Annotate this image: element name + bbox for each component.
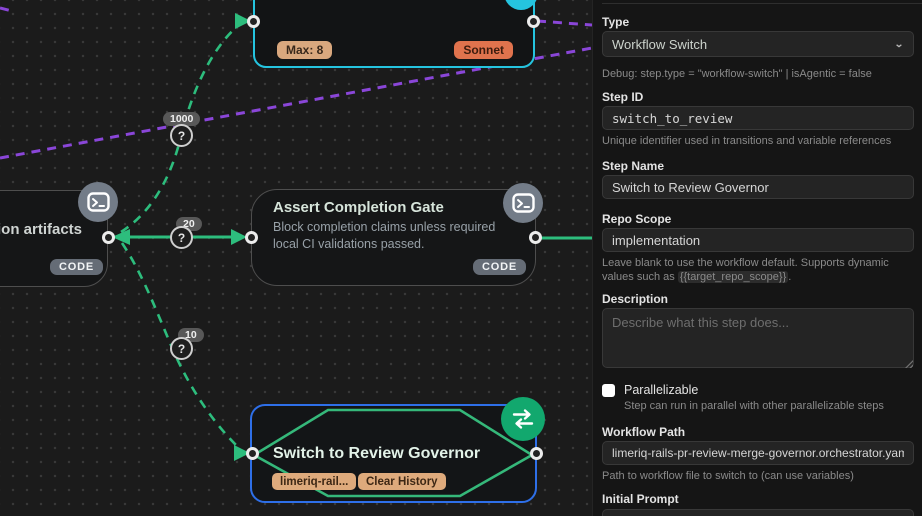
handle-assert-left[interactable] — [245, 231, 258, 244]
workflow-editor: 1000 ? 20 ? 10 ? Max: 8 Sonnet ion artif… — [0, 0, 922, 516]
type-select[interactable]: Workflow Switch ⌄ — [602, 31, 914, 57]
workflow-path-input[interactable] — [602, 441, 914, 465]
step-name-input[interactable] — [602, 175, 914, 199]
type-label: Type — [602, 15, 630, 29]
code-badge: CODE — [473, 259, 526, 275]
handle-assert-right[interactable] — [529, 231, 542, 244]
initial-prompt-label: Initial Prompt — [602, 492, 679, 506]
workflow-path-help: Path to workflow file to switch to (can … — [602, 470, 854, 482]
handle-switch-right[interactable] — [530, 447, 543, 460]
terminal-icon — [503, 183, 543, 223]
node-description: Block completion claims unless required … — [273, 220, 496, 251]
edge-purple-corner — [0, 6, 13, 13]
parallelizable-checkbox[interactable] — [602, 383, 615, 397]
step-id-input[interactable] — [602, 106, 914, 130]
edge-question-button[interactable]: ? — [170, 124, 193, 147]
initial-prompt-input[interactable] — [602, 509, 914, 516]
handle-top-node-right[interactable] — [527, 15, 540, 28]
edge-question-button[interactable]: ? — [170, 337, 193, 360]
repo-scope-help-suffix: . — [788, 270, 792, 283]
node-title: Switch to Review Governor — [273, 445, 481, 462]
model-badge: Sonnet — [454, 41, 513, 59]
step-properties-panel: Type Workflow Switch ⌄ Debug: step.type … — [592, 0, 922, 516]
description-label: Description — [602, 292, 669, 306]
parallelizable-label: Parallelizable — [624, 383, 699, 397]
workflow-canvas[interactable]: 1000 ? 20 ? 10 ? Max: 8 Sonnet ion artif… — [0, 0, 592, 516]
workflow-path-label: Workflow Path — [602, 425, 686, 439]
panel-divider — [602, 3, 922, 4]
node-artifacts[interactable]: ion artifacts CODE — [0, 182, 118, 287]
node-title: Assert Completion Gate — [273, 199, 444, 216]
code-badge: CODE — [50, 259, 103, 275]
clear-history-badge: Clear History — [358, 473, 446, 490]
parallelizable-help: Step can run in parallel with other para… — [624, 400, 884, 412]
swap-arrows-icon — [501, 397, 545, 441]
terminal-icon — [78, 182, 118, 222]
type-select-value: Workflow Switch — [612, 36, 708, 52]
repo-scope-label: Repo Scope — [602, 212, 672, 226]
step-name-label: Step Name — [602, 159, 665, 173]
repo-scope-help: Leave blank to use the workflow default.… — [602, 257, 917, 284]
debug-info: Debug: step.type = "workflow-switch" | i… — [602, 68, 872, 80]
handle-artifacts-right[interactable] — [102, 231, 115, 244]
edge-purple-top — [536, 19, 592, 27]
edge-question-button[interactable]: ? — [170, 226, 193, 249]
node-agent-top[interactable]: Max: 8 Sonnet — [253, 0, 535, 68]
node-switch-to-review-governor[interactable]: Switch to Review Governor limeriq-rail..… — [250, 404, 537, 503]
max-iterations-badge: Max: 8 — [277, 41, 333, 59]
node-assert-completion-gate[interactable]: Assert Completion Gate Block completion … — [251, 183, 543, 286]
workflow-file-badge: limeriq-rail... — [272, 473, 357, 490]
handle-switch-left[interactable] — [246, 447, 259, 460]
step-id-help: Unique identifier used in transitions an… — [602, 135, 892, 147]
repo-scope-input[interactable] — [602, 228, 914, 252]
description-textarea[interactable] — [602, 308, 914, 368]
node-title: ion artifacts — [0, 221, 83, 238]
repo-scope-help-code: {{target_repo_scope}} — [677, 270, 789, 283]
handle-top-node-left[interactable] — [247, 15, 260, 28]
chevron-down-icon: ⌄ — [893, 38, 904, 50]
step-id-label: Step ID — [602, 90, 644, 104]
